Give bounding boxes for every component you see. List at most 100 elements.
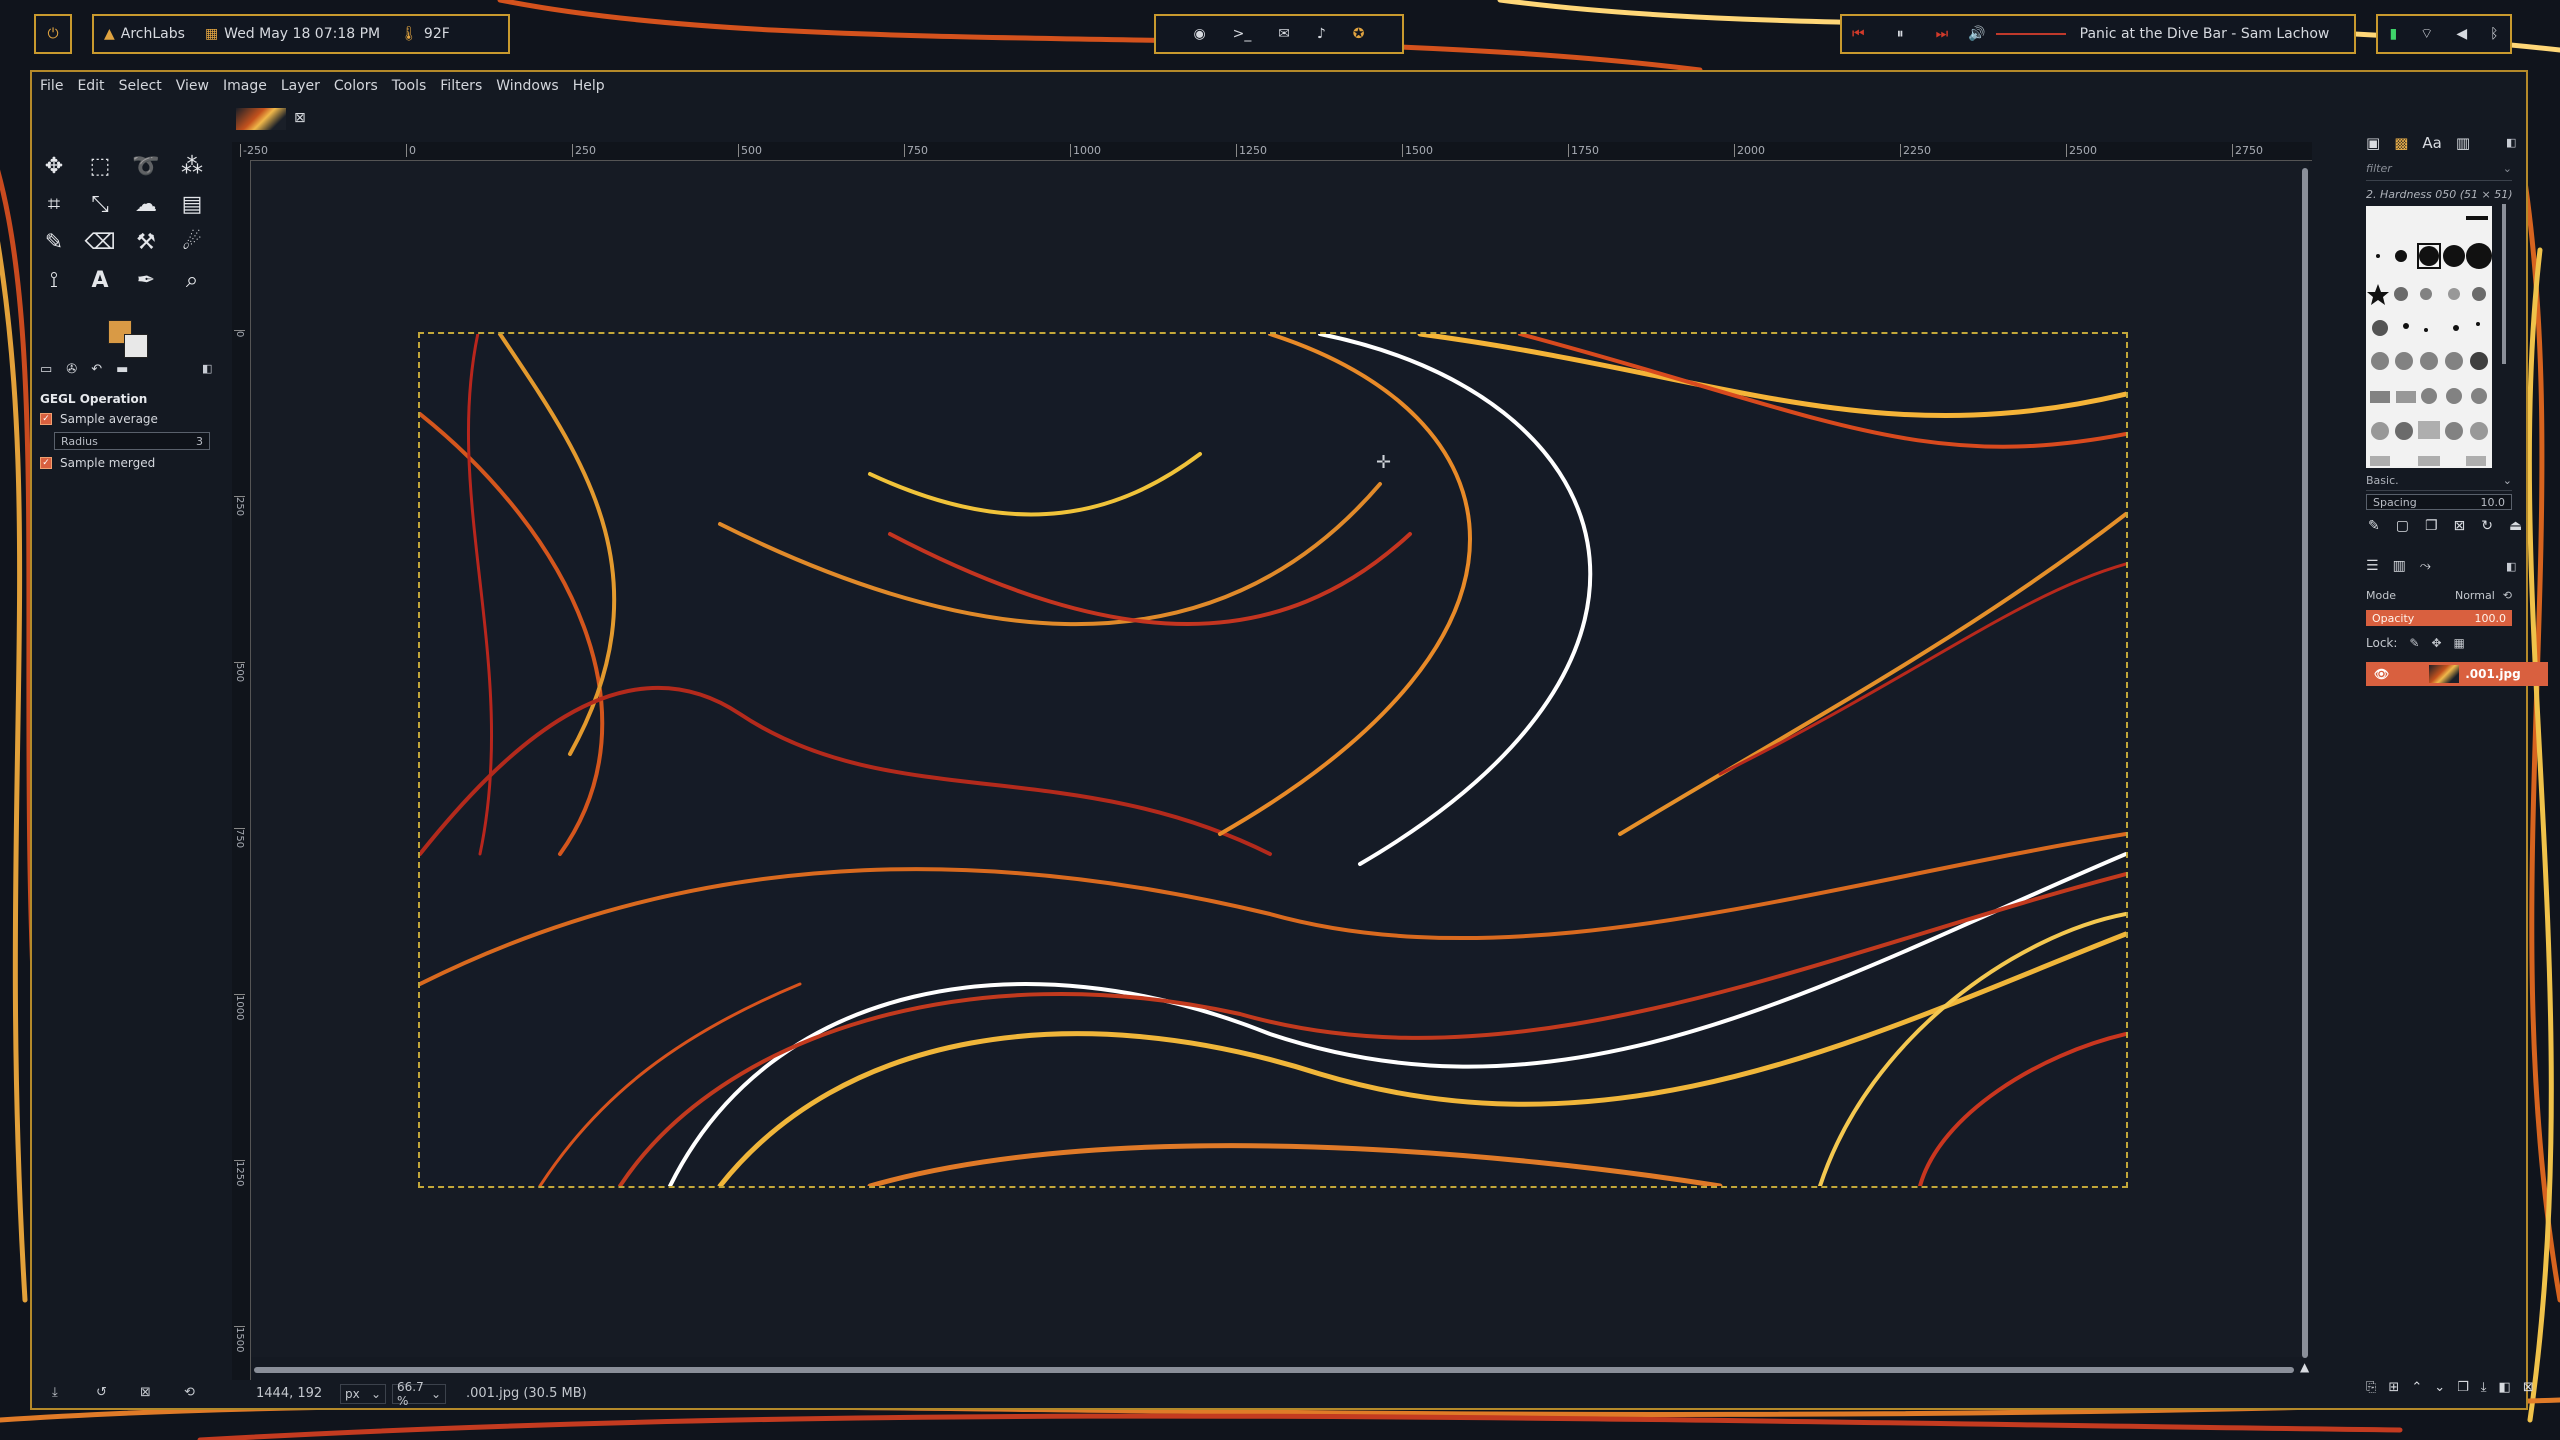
lock-alpha-icon[interactable]: ▦ — [2454, 636, 2465, 650]
navigate-icon[interactable]: ▲ — [2300, 1360, 2309, 1374]
configure-tab-icon[interactable]: ◧ — [2506, 136, 2516, 149]
battery-icon[interactable]: ▮ — [2389, 26, 2397, 42]
menu-edit[interactable]: Edit — [77, 78, 104, 94]
undo-history-tab-icon[interactable]: ↶ — [91, 362, 102, 377]
save-icon[interactable]: ⤓ — [52, 1385, 58, 1400]
menu-select[interactable]: Select — [119, 78, 162, 94]
volume-icon[interactable]: 🔊 — [1968, 26, 1985, 42]
close-image-icon[interactable]: ⊠ — [294, 110, 306, 126]
configure-tab-icon[interactable]: ◧ — [202, 362, 212, 375]
menu-windows[interactable]: Windows — [496, 78, 559, 94]
menu-image[interactable]: Image — [223, 78, 267, 94]
unit-select[interactable]: px ⌄ — [340, 1384, 386, 1404]
lock-position-icon[interactable]: ✥ — [2431, 636, 2441, 650]
device-status-tab-icon[interactable]: ✇ — [66, 362, 77, 377]
clone-tool-icon[interactable]: ⚒ — [128, 226, 164, 258]
reset-mode-icon[interactable]: ⟲ — [2503, 589, 2512, 602]
paths-tool-icon[interactable]: ⟟ — [36, 264, 72, 296]
brush-filter-input[interactable]: filter ⌄ — [2366, 162, 2512, 181]
new-layer-icon[interactable]: ⎘ — [2366, 1380, 2376, 1395]
crop-tool-icon[interactable]: ⌗ — [36, 188, 72, 220]
layer-mask-icon[interactable]: ◧ — [2499, 1380, 2511, 1395]
rect-select-tool-icon[interactable]: ⬚ — [82, 150, 118, 182]
horizontal-scrollbar[interactable] — [254, 1367, 2294, 1373]
layer-row[interactable]: 👁 .001.jpg — [2366, 662, 2548, 686]
spacing-slider[interactable]: Spacing 10.0 — [2366, 494, 2512, 510]
pause-button[interactable]: ⏸ — [1897, 26, 1904, 42]
transform-tool-icon[interactable]: ⤡ — [82, 188, 118, 220]
terminal-icon[interactable]: >_ — [1233, 26, 1252, 42]
channels-tab-icon[interactable]: ▥ — [2393, 558, 2406, 574]
volume-slider[interactable] — [1995, 33, 2066, 35]
gimp-icon[interactable]: ✪ — [1353, 26, 1365, 42]
next-track-button[interactable]: ⏭ — [1936, 26, 1949, 42]
tool-options-tab-icon[interactable]: ▭ — [40, 362, 52, 377]
opacity-slider[interactable]: Opacity 100.0 — [2366, 610, 2512, 626]
menu-layer[interactable]: Layer — [281, 78, 320, 94]
open-as-image-icon[interactable]: ⏏ — [2509, 518, 2522, 534]
lasso-tool-icon[interactable]: ➰ — [128, 150, 164, 182]
brush-set-select[interactable]: Basic. ⌄ — [2366, 474, 2512, 491]
paintbrush-tool-icon[interactable]: ✎ — [36, 226, 72, 258]
new-group-icon[interactable]: ⊞ — [2388, 1380, 2399, 1395]
new-brush-icon[interactable]: ▢ — [2396, 518, 2409, 534]
merge-layer-icon[interactable]: ⤓ — [2481, 1380, 2487, 1395]
reset-icon[interactable]: ↺ — [96, 1385, 107, 1400]
layers-tab-icon[interactable]: ☰ — [2366, 558, 2379, 574]
configure-tab-icon[interactable]: ◧ — [2506, 560, 2516, 573]
sample-average-checkbox[interactable]: ✓ Sample average — [40, 412, 158, 426]
menu-file[interactable]: File — [40, 78, 63, 94]
duplicate-brush-icon[interactable]: ❐ — [2425, 518, 2438, 534]
menu-colors[interactable]: Colors — [334, 78, 378, 94]
menu-filters[interactable]: Filters — [440, 78, 482, 94]
color-picker-tool-icon[interactable]: ✒ — [128, 264, 164, 296]
menu-tools[interactable]: Tools — [392, 78, 427, 94]
menu-view[interactable]: View — [176, 78, 209, 94]
menu-help[interactable]: Help — [573, 78, 605, 94]
images-tab-icon[interactable]: ▬ — [116, 362, 128, 377]
visibility-eye-icon[interactable]: 👁 — [2374, 667, 2389, 681]
zoom-tool-icon[interactable]: ⌕ — [174, 264, 210, 296]
raise-layer-icon[interactable]: ⌃ — [2411, 1380, 2422, 1395]
browser-icon[interactable]: ◉ — [1193, 26, 1205, 42]
paths-tab-icon[interactable]: ⤳ — [2420, 558, 2431, 574]
wifi-icon[interactable]: ⌔ — [2420, 25, 2433, 43]
image-canvas[interactable] — [418, 332, 2128, 1188]
warp-tool-icon[interactable]: ☁ — [128, 188, 164, 220]
delete-brush-icon[interactable]: ⊠ — [2454, 518, 2466, 534]
eraser-tool-icon[interactable]: ⌫ — [82, 226, 118, 258]
fuzzy-select-tool-icon[interactable]: ⁂ — [174, 150, 210, 182]
image-tab-thumbnail[interactable] — [236, 108, 286, 130]
lock-pixels-icon[interactable]: ✎ — [2409, 636, 2419, 650]
refresh-brushes-icon[interactable]: ↻ — [2481, 518, 2493, 534]
music-icon[interactable]: ♪ — [1317, 26, 1326, 42]
edit-brush-icon[interactable]: ✎ — [2368, 518, 2380, 534]
sample-merged-checkbox[interactable]: ✓ Sample merged — [40, 456, 155, 470]
layer-mode-select[interactable]: Normal — [2455, 589, 2495, 602]
lower-layer-icon[interactable]: ⌄ — [2434, 1380, 2445, 1395]
previous-track-button[interactable]: ⏮ — [1852, 26, 1865, 42]
duplicate-layer-icon[interactable]: ❐ — [2457, 1380, 2469, 1395]
radius-spinner[interactable]: Radius 3 — [54, 432, 210, 450]
bluetooth-icon[interactable]: ᛒ — [2490, 26, 2498, 42]
restore-icon[interactable]: ⟲ — [184, 1385, 195, 1400]
patterns-tab-icon[interactable]: ▩ — [2394, 134, 2408, 152]
power-button[interactable]: ⏻ — [34, 14, 72, 54]
text-tool-icon[interactable]: A — [82, 264, 118, 296]
zoom-select[interactable]: 66.7 % ⌄ — [392, 1380, 446, 1408]
smudge-tool-icon[interactable]: ☄ — [174, 226, 210, 258]
media-player: ⏮ ⏸ ⏭ 🔊 Panic at the Dive Bar - Sam Lach… — [1840, 14, 2356, 54]
gradient-tool-icon[interactable]: ▤ — [174, 188, 210, 220]
background-color-swatch[interactable] — [124, 334, 148, 358]
brushes-tab-icon[interactable]: ▣ — [2366, 134, 2380, 152]
mail-icon[interactable]: ✉ — [1278, 26, 1290, 42]
delete-layer-icon[interactable]: ⊠ — [2523, 1380, 2534, 1395]
fonts-tab-icon[interactable]: Aa — [2422, 134, 2441, 152]
brush-grid-scrollbar[interactable] — [2502, 204, 2506, 364]
vertical-scrollbar[interactable] — [2302, 168, 2308, 1358]
move-tool-icon[interactable]: ✥ — [36, 150, 72, 182]
delete-icon[interactable]: ⊠ — [140, 1385, 151, 1400]
brush-grid[interactable] — [2366, 206, 2492, 468]
speaker-icon[interactable]: ◀ — [2456, 26, 2467, 42]
gradients-tab-icon[interactable]: ▥ — [2456, 134, 2470, 152]
